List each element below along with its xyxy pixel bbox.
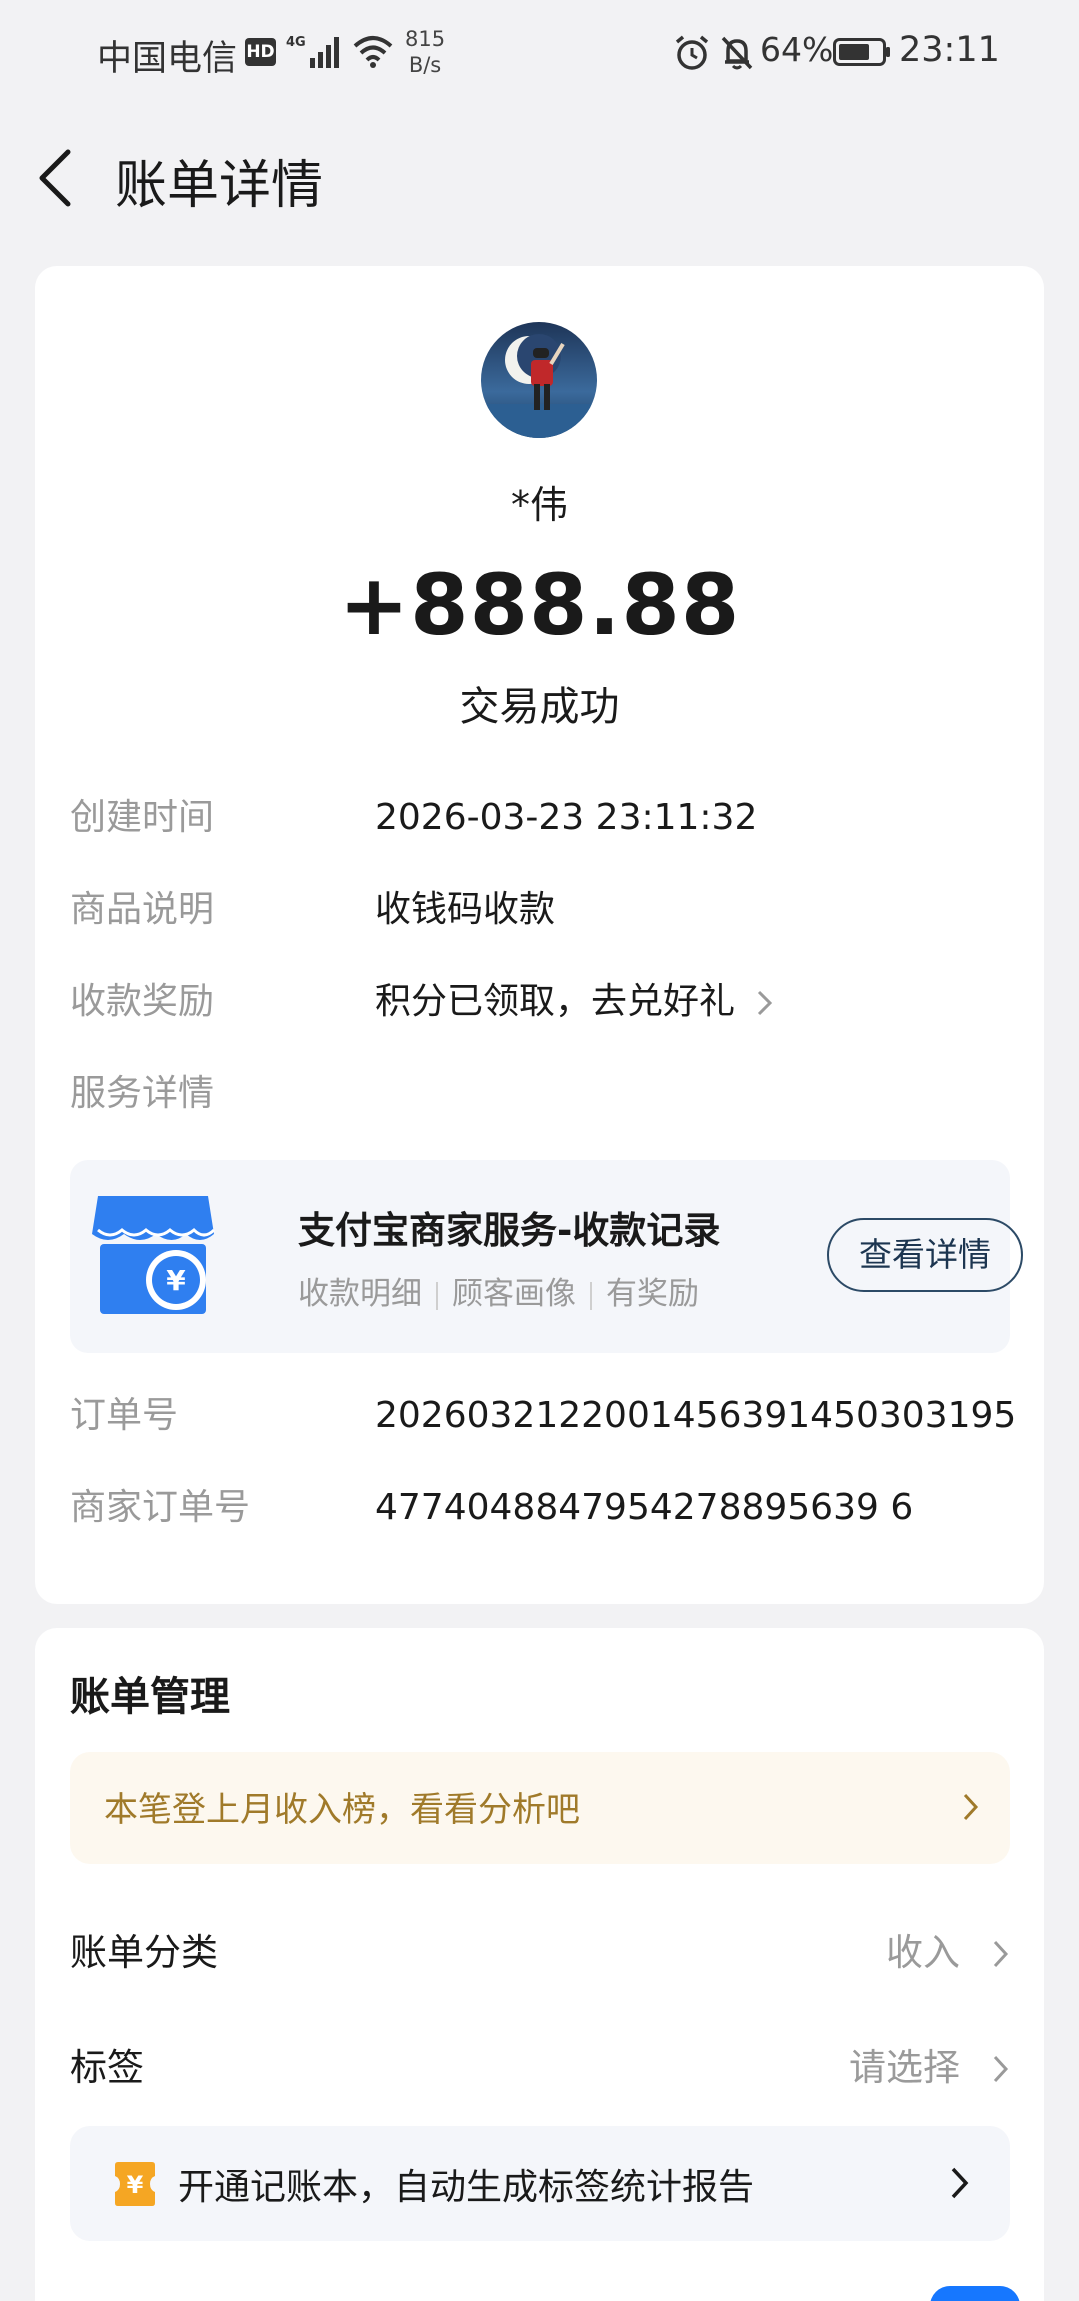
- back-arrow-icon[interactable]: [30, 146, 90, 210]
- order-number: 2026032122001456391450303195: [375, 1395, 1017, 1436]
- status-bar: 中国电信 HD 4G 815 B/s 64% 23:11: [0, 0, 1079, 100]
- detail-label: 服务详情: [70, 1073, 215, 1114]
- detail-row-created-time: 创建时间 2026-03-23 23:11:32: [70, 788, 1010, 848]
- bill-detail-page: 中国电信 HD 4G 815 B/s 64% 23:11 账单详情 *伟 +88…: [0, 0, 1079, 2301]
- svg-text:¥: ¥: [127, 2171, 144, 2199]
- promo-text: 开通记账本，自动生成标签统计报告: [178, 2167, 755, 2208]
- clock: 23:11: [899, 30, 1000, 70]
- bill-category-row[interactable]: 账单分类 收入: [70, 1918, 1010, 1988]
- chevron-right-icon: [951, 2167, 969, 2199]
- detail-label: 商品说明: [70, 889, 215, 930]
- battery-icon: [833, 38, 890, 66]
- detail-row-order-no: 订单号 2026032122001456391450303195: [70, 1386, 1016, 1446]
- tag-row[interactable]: 标签 请选择: [70, 2033, 1010, 2103]
- tag-value: 请选择: [849, 2046, 960, 2089]
- chevron-right-icon: [758, 990, 773, 1016]
- detail-row-merchant-order-no: 商家订单号 4774048847954278895639 6: [70, 1478, 1010, 1538]
- tag-label: 标签: [70, 2046, 144, 2089]
- section-title: 账单管理: [70, 1674, 230, 1720]
- carrier-name: 中国电信: [97, 39, 238, 79]
- chevron-right-icon: [963, 1793, 979, 1821]
- mute-bell-icon: [721, 36, 753, 70]
- top-nav-bar: 账单详情: [0, 118, 1079, 238]
- service-tag: 有奖励: [606, 1276, 699, 1312]
- detail-label: 创建时间: [70, 797, 215, 838]
- speed-unit: B/s: [408, 53, 442, 77]
- detail-value: 2026-03-23 23:11:32: [375, 797, 758, 838]
- category-label: 账单分类: [70, 1931, 218, 1974]
- tag-divider: [436, 1281, 438, 1310]
- page-title: 账单详情: [115, 156, 324, 216]
- income-ranking-tip[interactable]: 本笔登上月收入榜，看看分析吧: [70, 1752, 1010, 1864]
- detail-label: 收款奖励: [70, 981, 215, 1022]
- merchant-order-number: 4774048847954278895639 6: [375, 1487, 914, 1528]
- wifi-icon: [353, 36, 393, 68]
- svg-text:¥: ¥: [166, 1264, 186, 1297]
- detail-label: 商家订单号: [70, 1487, 251, 1528]
- battery-percent: 64%: [760, 30, 834, 69]
- bottom-action-button[interactable]: [930, 2286, 1020, 2301]
- hd-badge: HD: [245, 38, 276, 66]
- transaction-amount: +888.88: [338, 556, 741, 654]
- tip-text: 本笔登上月收入榜，看看分析吧: [104, 1790, 580, 1830]
- payer-name: *伟: [510, 483, 568, 527]
- bill-management-card: 账单管理 本笔登上月收入榜，看看分析吧 账单分类 收入 标签 请选择 ¥ 开通记…: [35, 1628, 1044, 2301]
- category-value: 收入: [886, 1931, 960, 1974]
- alarm-icon: [675, 35, 709, 70]
- transaction-card: *伟 +888.88 交易成功 创建时间 2026-03-23 23:11:32…: [35, 266, 1044, 1604]
- chevron-right-icon: [993, 2055, 1009, 2083]
- detail-value: 收钱码收款: [375, 889, 556, 930]
- reward-link-text: 积分已领取，去兑好礼: [375, 981, 736, 1022]
- ledger-promo-banner[interactable]: ¥ 开通记账本，自动生成标签统计报告: [70, 2126, 1010, 2241]
- yuan-coupon-icon: ¥: [115, 2162, 155, 2206]
- store-icon: ¥: [92, 1196, 216, 1314]
- merchant-service-card[interactable]: ¥ 支付宝商家服务-收款记录 收款明细 顾客画像 有奖励 查看详情: [70, 1160, 1023, 1353]
- service-tag: 收款明细: [298, 1276, 422, 1312]
- service-tags: 收款明细 顾客画像 有奖励: [298, 1268, 699, 1313]
- svg-text:4G: 4G: [286, 35, 306, 50]
- avatar-image: [481, 322, 597, 438]
- network-speed: 815 B/s: [405, 26, 445, 78]
- chevron-right-icon: [993, 1940, 1009, 1968]
- detail-label: 订单号: [70, 1395, 179, 1436]
- tag-divider: [590, 1281, 592, 1310]
- service-tag: 顾客画像: [452, 1276, 576, 1312]
- detail-row-product: 商品说明 收钱码收款: [70, 880, 1010, 940]
- transaction-status: 交易成功: [459, 684, 620, 730]
- payer-avatar[interactable]: [481, 322, 597, 438]
- view-details-button[interactable]: 查看详情: [827, 1218, 1023, 1292]
- signal-icon: 4G: [286, 35, 339, 68]
- speed-value: 815: [405, 27, 446, 51]
- detail-row-reward[interactable]: 收款奖励 积分已领取，去兑好礼: [70, 972, 1010, 1032]
- service-title: 支付宝商家服务-收款记录: [298, 1209, 721, 1252]
- reward-link[interactable]: 积分已领取，去兑好礼: [375, 972, 774, 1032]
- detail-row-service: 服务详情: [70, 1064, 1010, 1124]
